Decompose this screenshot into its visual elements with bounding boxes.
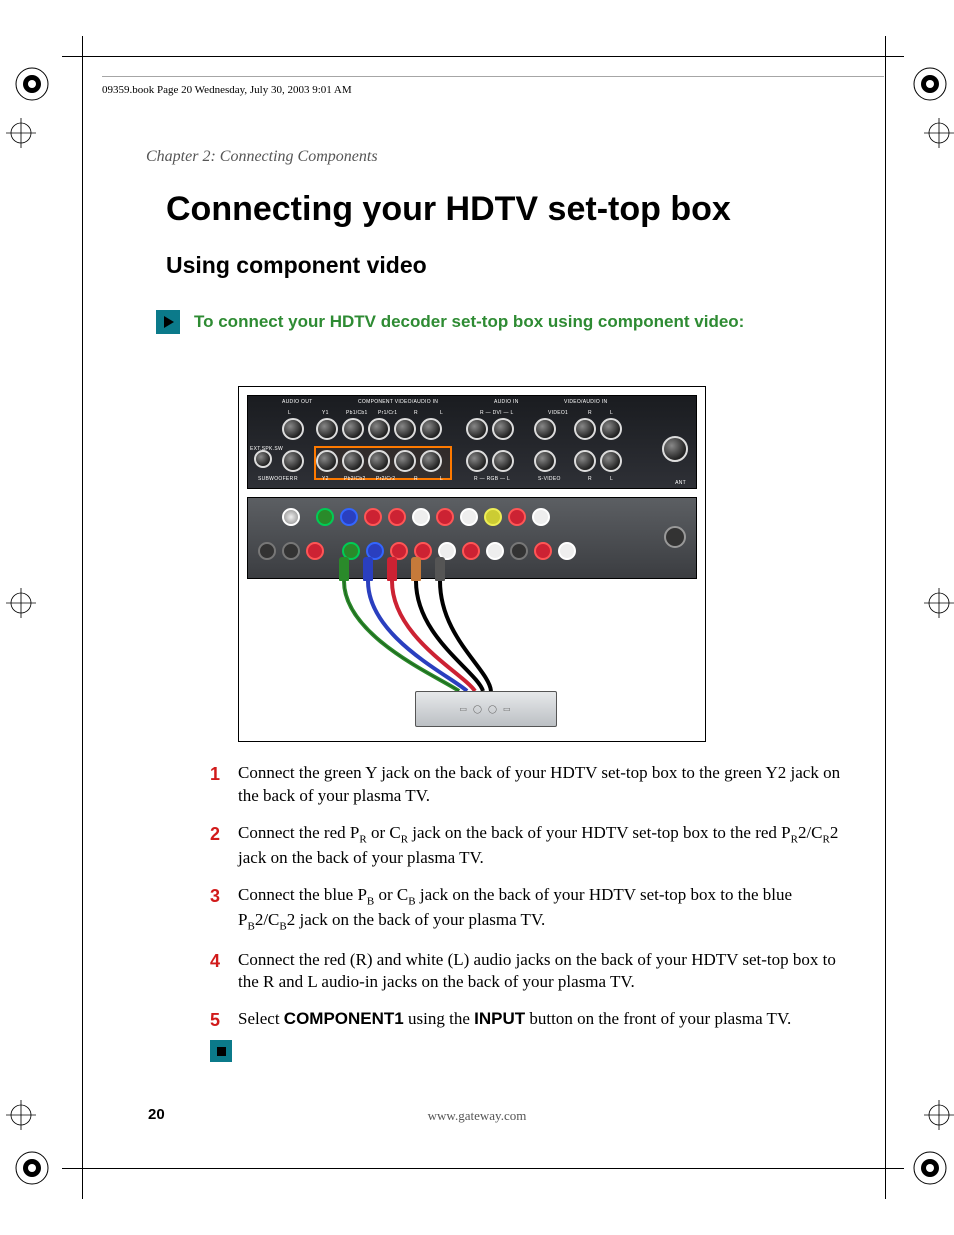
crosshair-icon [924, 588, 954, 618]
procedure-end-icon [210, 1040, 232, 1062]
page-title: Connecting your HDTV set-top box [166, 190, 731, 229]
chapter-title: Chapter 2: Connecting Components [146, 148, 378, 166]
crosshair-icon [924, 118, 954, 148]
step-2: 2 Connect the red PR or CR jack on the b… [210, 822, 846, 870]
step-4: 4 Connect the red (R) and white (L) audi… [210, 949, 846, 995]
registration-mark-icon [14, 66, 50, 102]
ant-jack [662, 436, 688, 462]
set-top-box-icon: ▭ ◯ ◯ ▭ [415, 691, 557, 727]
section-title: Using component video [166, 252, 427, 279]
registration-mark-icon [912, 1150, 948, 1186]
tv-rear-panel-lower [247, 497, 697, 579]
registration-mark-icon [912, 66, 948, 102]
step-3: 3 Connect the blue PB or CB jack on the … [210, 884, 846, 934]
running-header: 09359.book Page 20 Wednesday, July 30, 2… [102, 84, 352, 96]
procedure-lead: To connect your HDTV decoder set-top box… [194, 312, 744, 332]
procedure-start-icon [156, 310, 180, 334]
tv-rear-panel: AUDIO OUT COMPONENT VIDEO/AUDIO IN AUDIO… [247, 395, 697, 489]
crosshair-icon [6, 588, 36, 618]
crosshair-icon [6, 118, 36, 148]
step-5: 5 Select COMPONENT1 using the INPUT butt… [210, 1008, 846, 1032]
registration-mark-icon [14, 1150, 50, 1186]
connection-diagram: AUDIO OUT COMPONENT VIDEO/AUDIO IN AUDIO… [238, 386, 706, 742]
footer-url: www.gateway.com [0, 1108, 954, 1124]
step-1: 1 Connect the green Y jack on the back o… [210, 762, 846, 808]
